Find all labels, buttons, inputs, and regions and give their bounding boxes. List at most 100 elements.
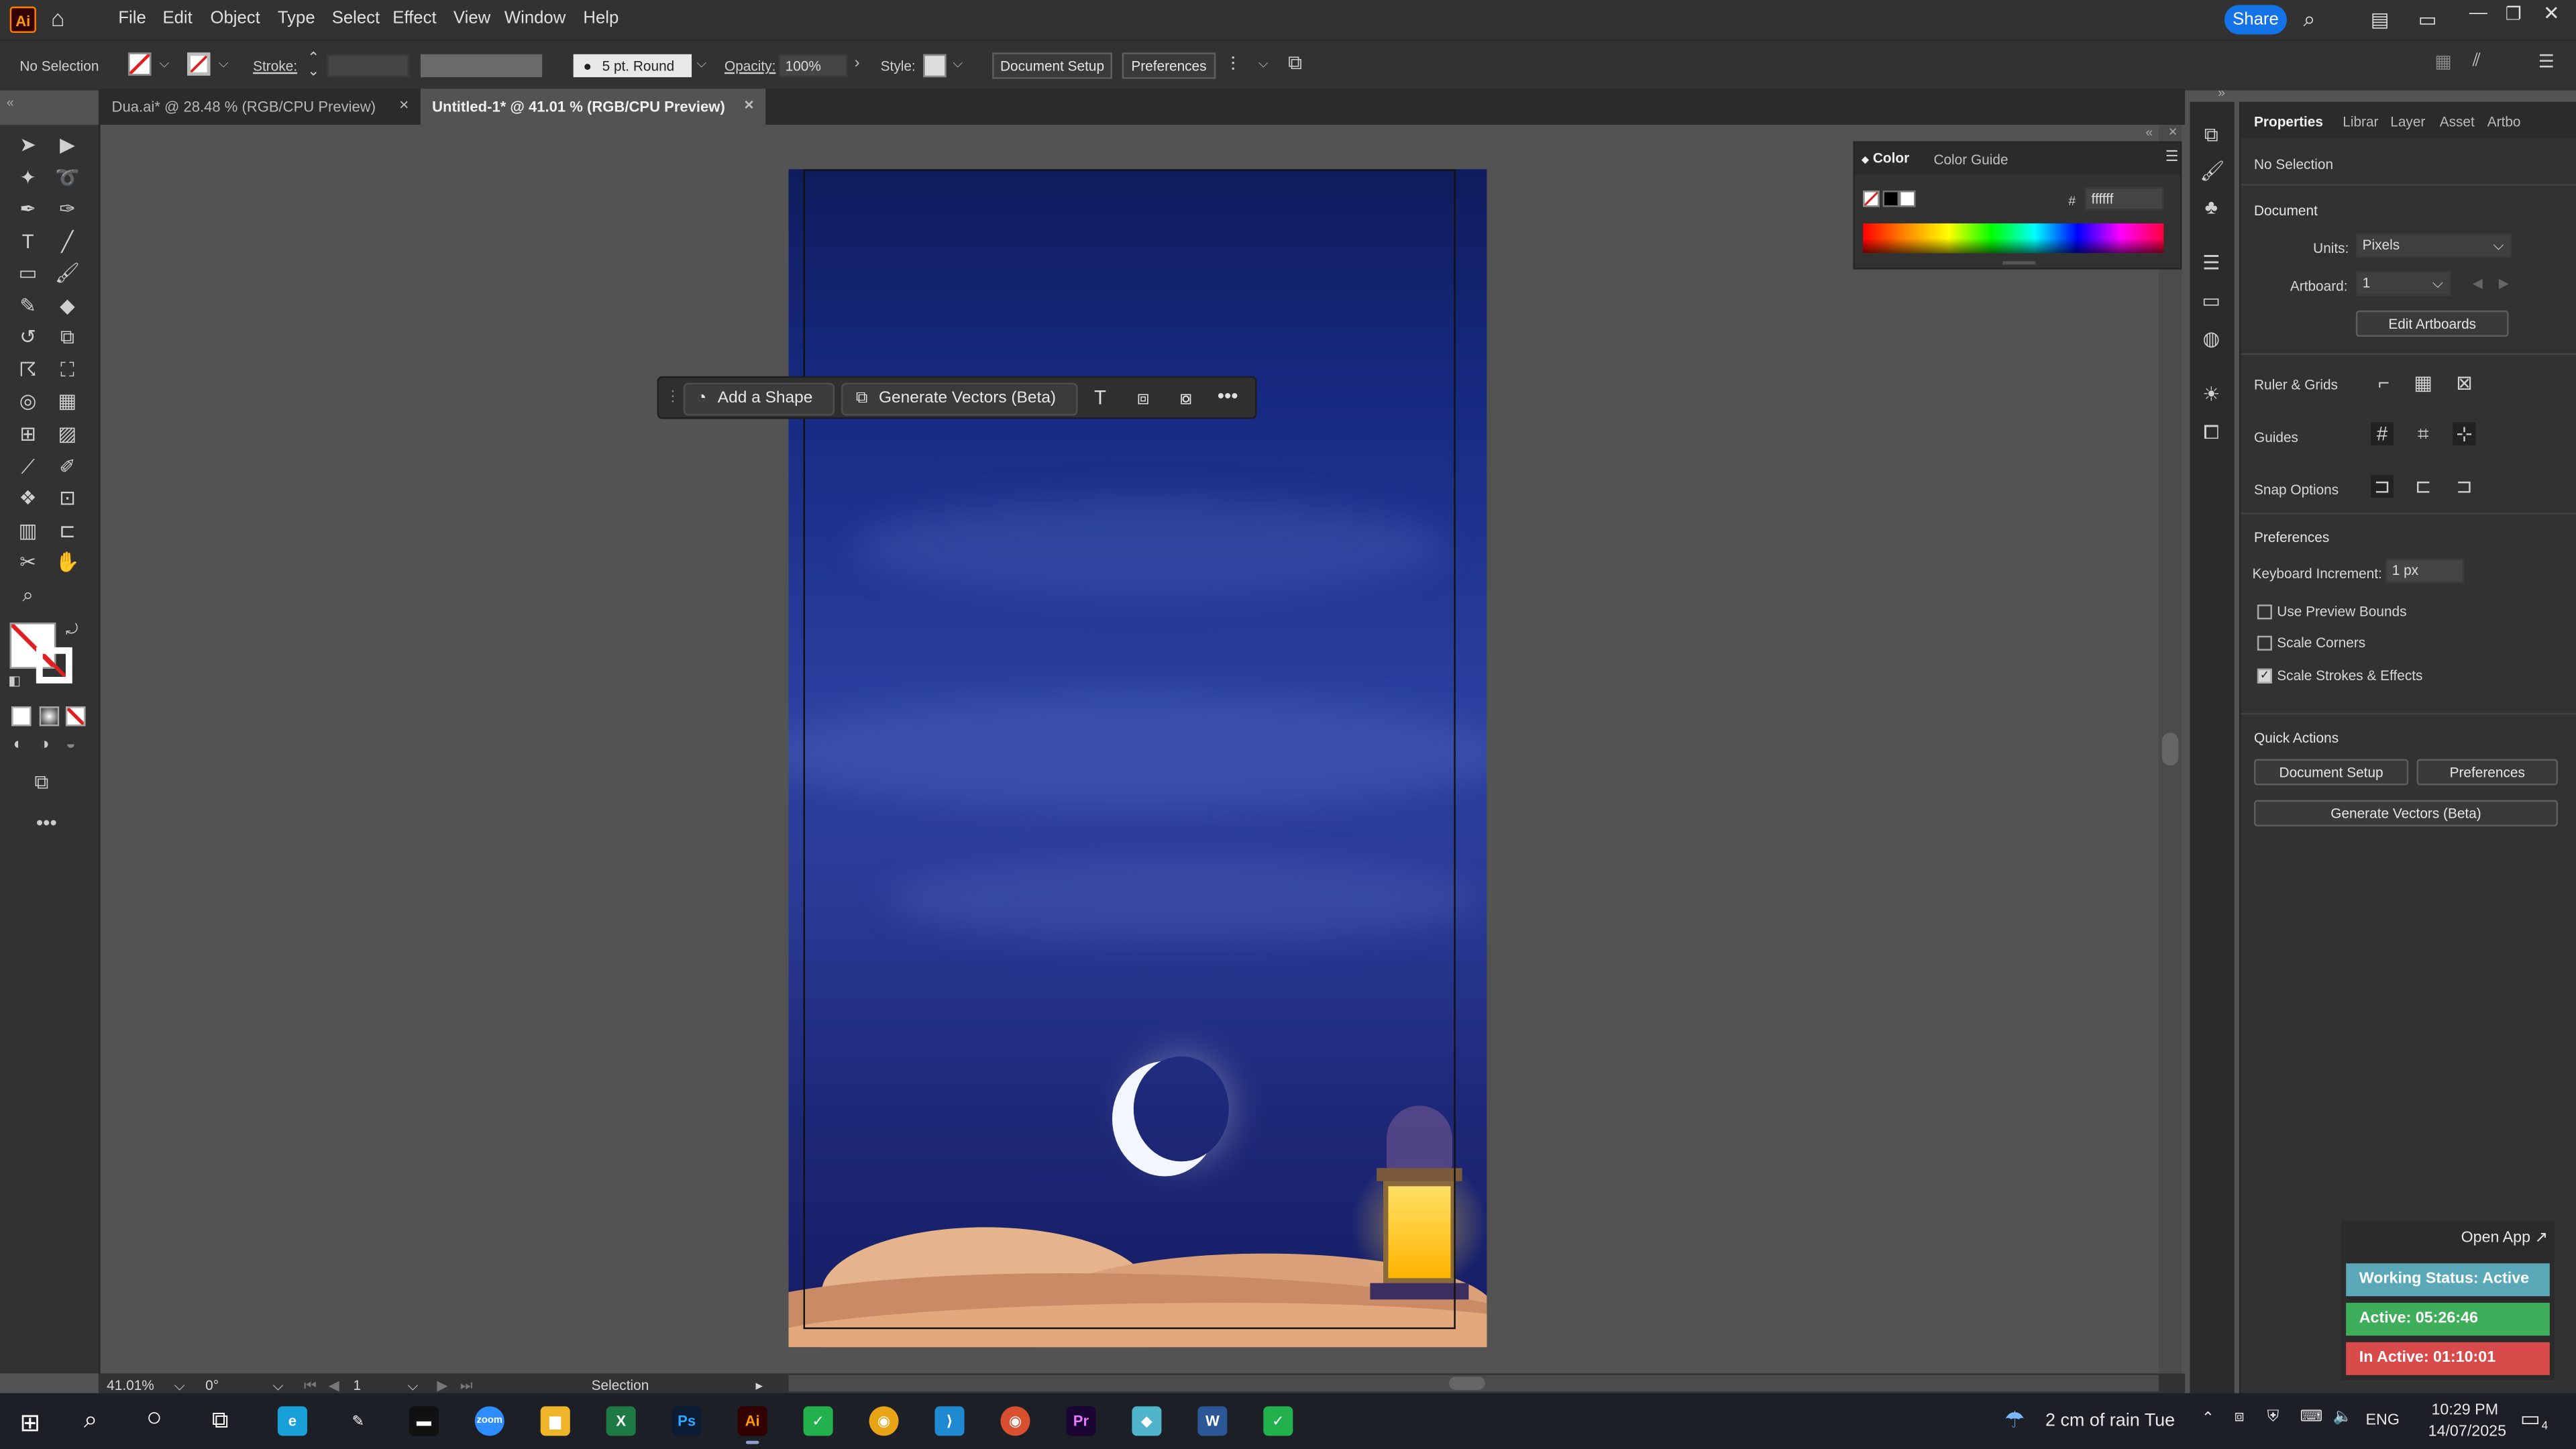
swap-icon[interactable]: ⤾ xyxy=(66,621,78,639)
black-swatch[interactable] xyxy=(1882,191,1900,207)
next-artboard-icon[interactable]: ▶ xyxy=(437,1377,447,1395)
close-icon[interactable]: × xyxy=(399,89,409,125)
tab-properties[interactable]: Properties xyxy=(2254,113,2323,129)
draw-mode-icon[interactable]: ◐ xyxy=(13,736,23,754)
artboard[interactable] xyxy=(788,169,1487,1348)
edit-toolbar-icon[interactable]: ••• xyxy=(36,812,57,835)
tab-dua[interactable]: Dua.ai* @ 28.48 % (RGB/CPU Preview) × xyxy=(99,89,419,125)
close-icon[interactable]: × xyxy=(744,89,753,125)
zoom-tool-icon[interactable]: ⌕ xyxy=(15,582,41,608)
line-tool-icon[interactable]: ╱ xyxy=(54,228,80,254)
first-artboard-icon[interactable]: ⏮ xyxy=(304,1377,317,1395)
tab-color[interactable]: ◆ Color xyxy=(1862,150,1910,166)
type-icon[interactable]: T xyxy=(1094,386,1106,409)
chevron-down-icon[interactable]: ⌵ xyxy=(174,1377,185,1395)
scroll-thumb[interactable] xyxy=(1449,1377,1485,1390)
draw-behind-icon[interactable]: ◑ xyxy=(40,736,50,754)
type-tool-icon[interactable]: T xyxy=(15,228,41,254)
rotation-value[interactable]: 0° xyxy=(205,1377,219,1393)
grid-icon[interactable]: ▦ xyxy=(2412,371,2434,394)
clock-date[interactable]: 14/07/2025 xyxy=(2428,1423,2506,1441)
menu-effect[interactable]: Effect xyxy=(392,8,436,28)
snap-to-point-icon[interactable]: ⊐ xyxy=(2370,474,2394,498)
taskbar-app-cyan[interactable]: ◆ xyxy=(1132,1406,1162,1436)
direct-selection-tool-icon[interactable]: ▶ xyxy=(54,131,80,158)
rectangle-tool-icon[interactable]: ▭ xyxy=(15,260,41,286)
next-artboard-icon[interactable]: ▶ xyxy=(2499,276,2509,290)
camera-icon[interactable]: ⧈ xyxy=(2235,1408,2245,1426)
lasso-icon[interactable]: ➰ xyxy=(54,164,80,191)
chevron-right-icon[interactable]: › xyxy=(854,54,859,72)
selection-tool-icon[interactable]: ➤ xyxy=(15,131,41,158)
document-setup-button[interactable]: Document Setup xyxy=(992,52,1112,79)
rotate-tool-icon[interactable]: ↺ xyxy=(15,323,41,350)
gradient-panel-icon[interactable]: ▭ xyxy=(2200,289,2222,312)
restore-icon[interactable]: ❐ xyxy=(2506,3,2522,24)
eyedropper-icon[interactable]: ⟋ xyxy=(15,453,41,480)
notifications-icon[interactable]: ▭ xyxy=(2520,1406,2540,1432)
smart-guides-icon[interactable]: ⊹ xyxy=(2453,422,2476,445)
shape-builder-icon[interactable]: ◎ xyxy=(15,388,41,414)
stroke-stepper-icon[interactable]: ⌃ ⌄ xyxy=(307,50,319,78)
chevron-down-icon[interactable]: ⌵ xyxy=(407,1377,418,1395)
taskbar-app-chrome[interactable]: ◉ xyxy=(869,1406,899,1436)
eraser-icon[interactable]: ◆ xyxy=(54,292,80,319)
taskbar-app-zoom[interactable]: zoom xyxy=(474,1406,504,1436)
appearance-icon[interactable]: ☀ xyxy=(2200,383,2222,406)
qa-generate-vectors-button[interactable]: Generate Vectors (Beta) xyxy=(2254,800,2559,826)
free-transform-icon[interactable]: ⛶ xyxy=(54,356,80,382)
chevron-down-icon[interactable]: ⌵ xyxy=(160,56,170,72)
color-mode-icon[interactable] xyxy=(11,706,32,727)
taskbar-app-illustrator[interactable]: Ai xyxy=(737,1406,767,1444)
blend-tool-icon[interactable]: ❖ xyxy=(15,484,41,511)
taskbar-app-green-1[interactable]: ✓ xyxy=(803,1406,833,1436)
taskbar-app-vscode[interactable]: ⟩ xyxy=(934,1406,965,1436)
stroke-color-box[interactable] xyxy=(36,647,72,684)
chevron-right-icon[interactable]: ▸ xyxy=(756,1377,763,1395)
perspective-grid-icon[interactable]: ▦ xyxy=(54,388,80,414)
chevron-down-icon[interactable]: ⌵ xyxy=(219,56,229,72)
menu-help[interactable]: Help xyxy=(583,8,619,28)
tab-assets[interactable]: Asset xyxy=(2440,113,2475,129)
panel-options-icon[interactable]: ⫽ xyxy=(2473,51,2481,72)
shield-icon[interactable]: ⛨ xyxy=(2267,1408,2279,1426)
brush-definition[interactable]: ● 5 pt. Round xyxy=(573,54,692,78)
align-icon[interactable]: ⫶ xyxy=(1230,52,1235,77)
open-app-link[interactable]: Open App ↗ xyxy=(2461,1229,2548,1247)
flyout-menu-icon[interactable]: ☰ xyxy=(2538,51,2555,72)
keyboard-increment-input[interactable]: 1 px xyxy=(2385,558,2465,584)
grid-view-icon[interactable]: ▦ xyxy=(2434,51,2451,72)
brushes-icon[interactable]: 🖌 xyxy=(2200,160,2224,182)
close-panel-icon[interactable]: × xyxy=(2169,123,2178,140)
clock-time[interactable]: 10:29 PM xyxy=(2431,1401,2498,1419)
stroke-panel-icon[interactable]: ☰ xyxy=(2200,252,2222,274)
taskbar-app-chrome-2[interactable]: ◉ xyxy=(1000,1406,1030,1436)
stroke-swatch[interactable] xyxy=(187,52,211,76)
chevron-down-icon[interactable]: ⌵ xyxy=(696,56,706,72)
taskbar-app-explorer[interactable]: ▆ xyxy=(540,1406,570,1436)
opacity-input[interactable]: 100% xyxy=(778,54,848,78)
taskbar-app-premiere[interactable]: Pr xyxy=(1066,1406,1096,1436)
scale-strokes-effects-checkbox[interactable]: ✓ Scale Strokes & Effects xyxy=(2257,667,2422,684)
stroke-weight-input[interactable] xyxy=(327,54,409,78)
default-colors-icon[interactable]: ◧ xyxy=(8,674,21,688)
panel-menu-icon[interactable]: ☰ xyxy=(2165,148,2179,166)
artboard-number[interactable]: 1 xyxy=(354,1377,362,1393)
close-icon[interactable]: ✕ xyxy=(2543,1,2560,24)
rulers-icon[interactable]: ⌐ xyxy=(2372,371,2395,394)
variable-width-field[interactable] xyxy=(420,54,543,78)
taskbar-app-word[interactable]: W xyxy=(1197,1406,1228,1436)
share-button[interactable]: Share xyxy=(2224,5,2287,35)
menu-object[interactable]: Object xyxy=(210,8,260,28)
horizontal-scrollbar[interactable] xyxy=(788,1375,2159,1392)
tab-color-guide[interactable]: Color Guide xyxy=(1933,151,2008,167)
taskbar-app-edge[interactable]: e xyxy=(277,1406,307,1436)
fill-swatch[interactable] xyxy=(128,52,152,76)
tab-artboards[interactable]: Artbo xyxy=(2487,113,2521,129)
mesh-tool-icon[interactable]: ⊞ xyxy=(15,421,41,447)
use-preview-bounds-checkbox[interactable]: Use Preview Bounds xyxy=(2257,603,2407,620)
slice-tool-icon[interactable]: ✂ xyxy=(15,549,41,575)
taskbar-app-pen[interactable]: ✎ xyxy=(343,1406,373,1436)
drag-handle-icon[interactable]: ⋮ xyxy=(665,388,680,406)
search-icon[interactable]: ⌕ xyxy=(2303,7,2315,33)
